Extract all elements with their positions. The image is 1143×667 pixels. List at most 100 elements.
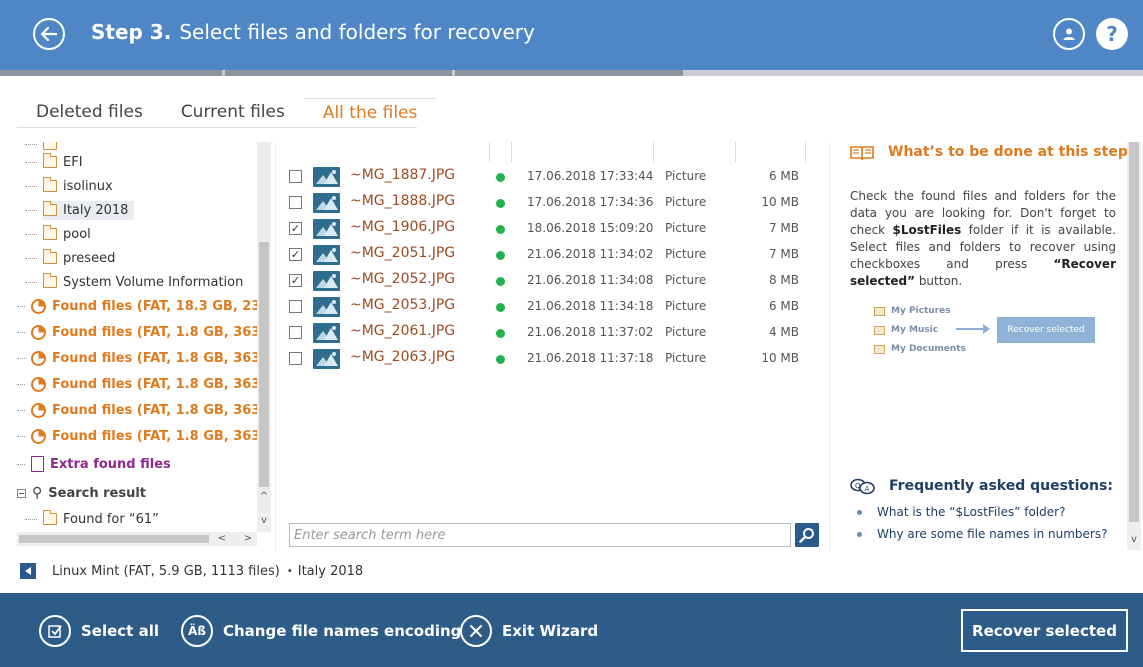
file-date: 17.06.2018 17:34:36 [527, 195, 654, 209]
search-button[interactable] [795, 523, 819, 547]
folder-icon [874, 345, 885, 354]
recover-selected-button[interactable]: Recover selected [961, 609, 1128, 652]
search-field[interactable] [289, 523, 791, 547]
wizard-progress [0, 70, 1143, 76]
file-name[interactable]: ~MG_2061.JPG [350, 323, 455, 339]
scroll-down-icon[interactable]: v [1127, 534, 1141, 548]
faq-link-file-names[interactable]: Why are some file names in numbers? [877, 527, 1107, 541]
search-icon: ⚲ [32, 485, 43, 501]
exit-wizard-button[interactable]: Exit Wizard [460, 615, 598, 647]
column-separator[interactable] [511, 142, 512, 162]
table-row[interactable]: ✓ ~MG_2051.JPG 21.06.2018 11:34:02 Picture 7… [276, 242, 831, 268]
file-type: Picture [665, 195, 707, 209]
tree-item-found-files-4[interactable]: Found files (FAT, 1.8 GB, 363 files [17, 372, 257, 396]
scrollbar-thumb[interactable] [1129, 142, 1139, 522]
footer-bar: Select all Äß Change file names encoding… [0, 593, 1143, 667]
user-icon [1063, 28, 1075, 40]
scroll-right-icon[interactable]: > [241, 532, 255, 546]
faq-link-lostfiles[interactable]: What is the “$LostFiles” folder? [877, 505, 1065, 519]
tree-item-search-result[interactable]: − ⚲ Search result [17, 481, 146, 505]
folder-tree: EFI isolinux Italy 2018 pool preseed Sys… [17, 142, 257, 532]
tree-item-found-files-3[interactable]: Found files (FAT, 1.8 GB, 363 files [17, 346, 257, 370]
back-button[interactable] [33, 18, 65, 50]
tab-all-the-files[interactable]: All the files [303, 98, 437, 128]
file-checkbox[interactable] [289, 196, 302, 209]
help-scrollbar[interactable]: v [1127, 142, 1141, 550]
tab-deleted-files[interactable]: Deleted files [17, 98, 162, 128]
change-encoding-button[interactable]: Äß Change file names encoding [181, 615, 461, 647]
faq-icon: QA [850, 478, 875, 495]
tree-item-extra-found-files[interactable]: Extra found files [17, 452, 171, 476]
encoding-icon: Äß [181, 615, 213, 647]
table-row[interactable]: ✓ ~MG_2052.JPG 21.06.2018 11:34:08 Picture 8… [276, 268, 831, 294]
search-input[interactable] [290, 524, 790, 547]
tree-item-italy-2018[interactable]: Italy 2018 [25, 198, 135, 222]
file-name[interactable]: ~MG_1888.JPG [350, 193, 455, 209]
tree-item-found-files-5[interactable]: Found files (FAT, 1.8 GB, 363 files [17, 398, 257, 422]
table-row[interactable]: ~MG_2061.JPG 21.06.2018 11:37:02 Picture 4 … [276, 320, 831, 346]
tree-vertical-scrollbar[interactable]: ^ v [257, 142, 271, 532]
file-checkbox[interactable] [289, 170, 302, 183]
column-separator[interactable] [489, 142, 490, 162]
file-name[interactable]: ~MG_2051.JPG [350, 245, 455, 261]
column-separator[interactable] [735, 142, 736, 162]
found-files-pie-icon [31, 428, 46, 444]
file-checkbox[interactable]: ✓ [289, 248, 302, 261]
scrollbar-thumb[interactable] [259, 242, 269, 487]
picture-icon [313, 245, 340, 265]
status-ok-icon [496, 303, 505, 312]
picture-icon [313, 271, 340, 291]
file-name[interactable]: ~MG_1906.JPG [350, 219, 455, 235]
table-row[interactable]: ~MG_2053.JPG 21.06.2018 11:34:18 Picture 6 … [276, 294, 831, 320]
tree-item-found-files-1[interactable]: Found files (FAT, 18.3 GB, 2306 fi [17, 294, 257, 318]
tree-item-system-volume-information[interactable]: System Volume Information [25, 270, 243, 294]
scroll-down-icon[interactable]: v [257, 514, 271, 528]
picture-icon [313, 193, 340, 213]
file-checkbox[interactable]: ✓ [289, 274, 302, 287]
tree-item-pool[interactable]: pool [25, 222, 91, 246]
file-name[interactable]: ~MG_1887.JPG [350, 167, 455, 183]
tree-item-preseed[interactable]: preseed [25, 246, 115, 270]
tree-horizontal-scrollbar[interactable]: < > [17, 532, 257, 546]
column-separator[interactable] [653, 142, 654, 162]
folder-icon [43, 225, 57, 240]
status-ok-icon [496, 277, 505, 286]
collapse-icon[interactable]: − [17, 488, 26, 498]
tree-item-isolinux[interactable]: isolinux [25, 174, 113, 198]
account-button[interactable] [1053, 18, 1085, 50]
file-checkbox[interactable] [289, 326, 302, 339]
file-type: Picture [665, 273, 707, 287]
tree-item-found-files-2[interactable]: Found files (FAT, 1.8 GB, 363 files [17, 320, 257, 344]
file-date: 21.06.2018 11:34:02 [527, 247, 654, 261]
scrollbar-thumb[interactable] [19, 535, 209, 543]
help-button[interactable]: ? [1096, 18, 1128, 50]
progress-step-2 [225, 70, 452, 76]
scroll-up-icon[interactable]: ^ [257, 490, 271, 504]
file-checkbox[interactable] [289, 300, 302, 313]
view-tabs: Deleted files Current files All the file… [17, 98, 437, 128]
file-name[interactable]: ~MG_2063.JPG [350, 349, 455, 365]
file-name[interactable]: ~MG_2052.JPG [350, 271, 455, 287]
tree-item-found-files-6[interactable]: Found files (FAT, 1.8 GB, 363 files [17, 424, 257, 448]
breadcrumb-disk[interactable]: Linux Mint (FAT, 5.9 GB, 1113 files) [52, 564, 280, 579]
tab-current-files[interactable]: Current files [162, 98, 304, 128]
breadcrumb-folder[interactable]: Italy 2018 [298, 564, 363, 579]
file-checkbox[interactable]: ✓ [289, 222, 302, 235]
file-size: 4 MB [768, 325, 799, 339]
table-row[interactable]: ~MG_2063.JPG 21.06.2018 11:37:18 Picture 10… [276, 346, 831, 372]
table-row[interactable]: ~MG_1887.JPG 17.06.2018 17:33:44 Picture 6 … [276, 164, 831, 190]
table-row[interactable]: ✓ ~MG_1906.JPG 18.06.2018 15:09:20 Picture 7… [276, 216, 831, 242]
file-name[interactable]: ~MG_2053.JPG [350, 297, 455, 313]
svg-text:Q: Q [855, 482, 861, 490]
tree-item-found-for-61[interactable]: Found for “61” [25, 507, 159, 531]
scroll-left-icon[interactable]: < [215, 532, 229, 546]
found-files-pie-icon [31, 298, 46, 314]
column-separator[interactable] [805, 142, 806, 162]
help-title: What’s to be done at this step? [888, 144, 1136, 160]
table-row[interactable]: ~MG_1888.JPG 17.06.2018 17:34:36 Picture 10… [276, 190, 831, 216]
file-checkbox[interactable] [289, 352, 302, 365]
breadcrumb-back-button[interactable] [20, 563, 36, 579]
select-all-button[interactable]: Select all [39, 615, 159, 647]
tree-item-efi[interactable]: EFI [25, 150, 83, 174]
file-type: Picture [665, 169, 707, 183]
